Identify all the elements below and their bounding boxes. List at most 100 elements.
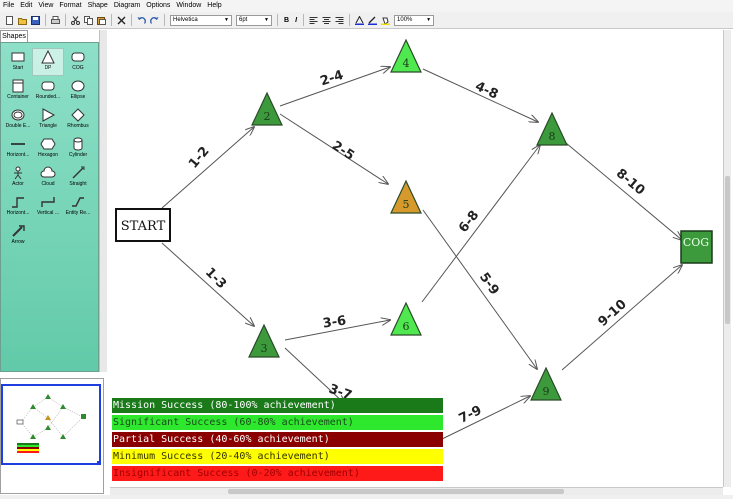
rectangle-icon — [11, 52, 25, 62]
menu-diagram[interactable]: Diagram — [111, 0, 143, 12]
canvas-vertical-scrollbar[interactable] — [723, 30, 731, 487]
palette-scrollbar[interactable] — [99, 30, 107, 372]
open-folder-icon[interactable] — [18, 16, 27, 25]
node-label: COG — [683, 236, 709, 249]
arrow-icon — [12, 225, 25, 237]
shape-item-cylinder[interactable]: Cylinder — [63, 136, 93, 162]
chevron-down-icon: ▼ — [426, 16, 432, 23]
cut-icon[interactable] — [71, 15, 80, 25]
menu-options[interactable]: Options — [143, 0, 173, 12]
paste-icon[interactable] — [97, 16, 106, 25]
new-file-icon[interactable] — [5, 15, 14, 25]
shape-item-triangle[interactable]: Triangle — [33, 107, 63, 133]
shape-item-arrow[interactable]: Arrow — [3, 223, 33, 249]
align-left-icon[interactable] — [309, 16, 318, 25]
node-label: START — [121, 219, 166, 234]
shape-item-label: Actor — [12, 181, 24, 187]
canvas-horizontal-scrollbar[interactable] — [110, 487, 723, 495]
legend-row: Mission Success (80-100% achievement) — [112, 398, 443, 413]
shape-item-actor[interactable]: Actor — [3, 165, 33, 191]
chevron-down-icon: ▼ — [224, 16, 229, 23]
italic-button[interactable]: I — [295, 17, 297, 24]
align-center-icon[interactable] — [322, 16, 331, 25]
shape-item-label: Hexagon — [37, 152, 58, 158]
bold-button[interactable]: B — [284, 17, 289, 24]
legend-row: Insignificant Success (0-20% achievement… — [112, 466, 443, 481]
save-icon[interactable] — [31, 15, 40, 25]
overview-panel[interactable] — [0, 378, 104, 494]
shape-item-label: DP — [44, 65, 52, 71]
shape-item-rounded-rectangle[interactable]: Rounded... — [33, 78, 63, 104]
menu-shape[interactable]: Shape — [85, 0, 111, 12]
node-label: 8 — [549, 130, 556, 143]
shape-grid: Start DP COG Container Rounded... Ellipse Doub… — [3, 48, 95, 249]
shape-item-entity-relation[interactable]: Entity Re... — [63, 194, 93, 220]
shape-item-rhombus[interactable]: Rhombus — [63, 107, 93, 133]
tab-shapes[interactable]: Shapes — [0, 30, 28, 42]
delete-icon[interactable] — [117, 16, 126, 25]
shape-item-label: Horizont... — [6, 152, 30, 158]
edge-1-2[interactable] — [161, 127, 254, 209]
shape-item-label: Cylinder — [68, 152, 88, 158]
shape-item-double-ellipse[interactable]: Double E... — [3, 107, 33, 133]
redo-icon[interactable] — [150, 16, 159, 25]
shape-item-rectangle[interactable]: Start — [3, 49, 33, 75]
edge-label: 1-3 — [202, 265, 229, 292]
vertical-edge-icon — [41, 197, 55, 207]
font-family-select[interactable]: Helvetica ▼ — [170, 14, 232, 26]
shape-item-label: Straight — [69, 181, 87, 187]
align-right-icon[interactable] — [335, 16, 344, 25]
horizontal-scroll-thumb[interactable] — [228, 489, 564, 494]
shapes-palette: Start DP COG Container Rounded... Ellipse Doub… — [0, 42, 99, 372]
shape-item-label: Start — [12, 65, 24, 71]
shape-item-cloud[interactable]: Cloud — [33, 165, 63, 191]
copy-icon[interactable] — [84, 15, 93, 25]
shape-item-hexagon[interactable]: Hexagon — [33, 136, 63, 162]
shape-item-horizontal-edge[interactable]: Horizont... — [3, 194, 33, 220]
shape-item-container[interactable]: Container — [3, 78, 33, 104]
shape-item-horizontal-line[interactable]: Horizont... — [3, 136, 33, 162]
zoom-value: 100% — [397, 16, 413, 23]
menu-file[interactable]: File — [0, 0, 17, 12]
shape-item-triangle-outline[interactable]: DP — [32, 48, 64, 76]
straight-edge-icon — [72, 166, 85, 179]
undo-icon[interactable] — [137, 16, 146, 25]
horizontal-edge-icon — [12, 197, 24, 208]
edge-9-10[interactable] — [561, 265, 682, 371]
shape-item-label: Rounded... — [35, 94, 61, 100]
shape-item-straight-edge[interactable]: Straight — [63, 165, 93, 191]
font-size-select[interactable]: 6pt ▼ — [236, 14, 272, 26]
menu-help[interactable]: Help — [204, 0, 224, 12]
shape-item-vertical-edge[interactable]: Vertical ... — [33, 194, 63, 220]
shape-item-ellipse[interactable]: Ellipse — [63, 78, 93, 104]
edge-label: 8-10 — [613, 166, 648, 198]
line-color-icon[interactable] — [368, 16, 378, 25]
menu-window[interactable]: Window — [173, 0, 204, 12]
print-icon[interactable] — [51, 15, 60, 25]
menu-view[interactable]: View — [35, 0, 56, 12]
zoom-select[interactable]: 100% ▼ — [394, 14, 435, 26]
toolbar-separator — [349, 14, 351, 26]
rounded-rectangle-icon — [41, 81, 55, 91]
node-label: 2 — [264, 110, 271, 123]
shape-item-label: COG — [72, 65, 84, 71]
edge-label: 6-8 — [456, 208, 482, 236]
shape-item-label: Horizont... — [6, 210, 30, 216]
edge-5-9[interactable] — [422, 209, 537, 369]
edge-label: 2-5 — [329, 138, 357, 163]
edge-label: 2-4 — [318, 68, 345, 90]
edge-7-9[interactable] — [439, 396, 530, 441]
edge-8-10[interactable] — [565, 142, 682, 240]
edge-1-3[interactable] — [161, 242, 254, 326]
fill-color-icon[interactable] — [381, 16, 391, 25]
success-legend: Mission Success (80-100% achievement) Sig… — [112, 398, 443, 483]
font-color-icon[interactable] — [355, 15, 365, 25]
vertical-scroll-thumb[interactable] — [725, 176, 730, 324]
shape-item-rounded-rectangle[interactable]: COG — [63, 49, 93, 75]
cylinder-icon — [73, 137, 83, 151]
menu-edit[interactable]: Edit — [17, 0, 35, 12]
menu-format[interactable]: Format — [56, 0, 84, 12]
overview-resize-handle[interactable] — [97, 461, 101, 465]
chevron-down-icon: ▼ — [264, 16, 269, 23]
font-family-value: Helvetica — [173, 16, 198, 23]
